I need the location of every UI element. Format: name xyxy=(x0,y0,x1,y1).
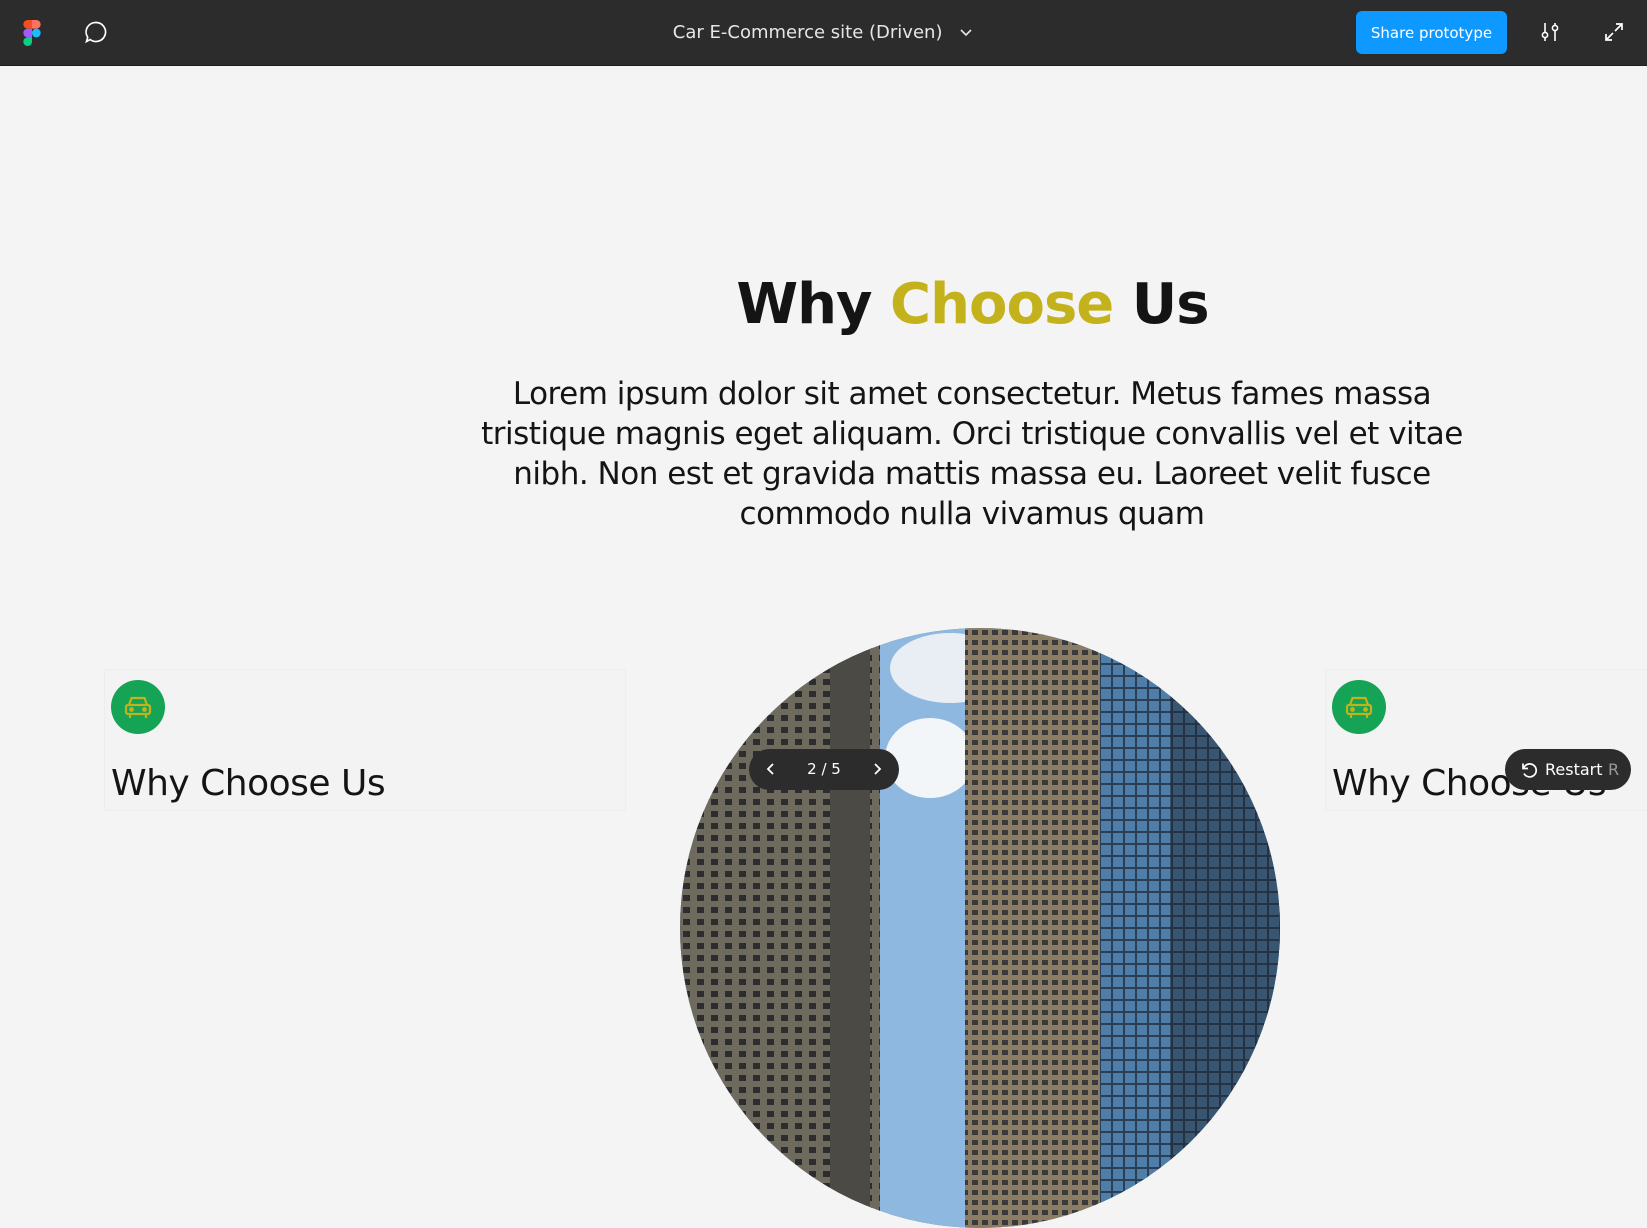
expand-icon[interactable] xyxy=(1603,21,1625,43)
slide-pager: 2 / 5 xyxy=(749,749,899,790)
car-icon xyxy=(124,696,152,718)
heading-text-2: Us xyxy=(1113,272,1210,337)
settings-sliders-icon[interactable] xyxy=(1538,20,1562,44)
card-title: Why Choose Us xyxy=(111,763,386,804)
restart-button[interactable]: Restart R xyxy=(1505,749,1631,790)
prototype-toolbar: Car E-Commerce site (Driven) Share proto… xyxy=(0,0,1647,66)
city-buildings-photo xyxy=(680,628,1280,1228)
page-heading: Why Choose Us xyxy=(0,265,1647,345)
car-badge xyxy=(1332,680,1386,734)
intro-paragraph: Lorem ipsum dolor sit amet consectetur. … xyxy=(481,376,1463,532)
file-title: Car E-Commerce site (Driven) xyxy=(672,22,943,43)
feature-card: Why Choose Us xyxy=(104,669,626,811)
car-badge xyxy=(111,680,165,734)
city-photo-illustration xyxy=(680,628,1280,1228)
share-prototype-button[interactable]: Share prototype xyxy=(1356,11,1507,54)
heading-text-1: Why xyxy=(736,272,891,337)
restart-shortcut: R xyxy=(1608,760,1620,779)
heading-accent: Choose xyxy=(890,272,1114,337)
restart-label: Restart xyxy=(1545,760,1603,779)
chevron-down-icon xyxy=(960,29,972,37)
chevron-right-icon[interactable] xyxy=(869,761,885,777)
restart-icon xyxy=(1522,763,1538,778)
car-icon xyxy=(1345,696,1373,718)
